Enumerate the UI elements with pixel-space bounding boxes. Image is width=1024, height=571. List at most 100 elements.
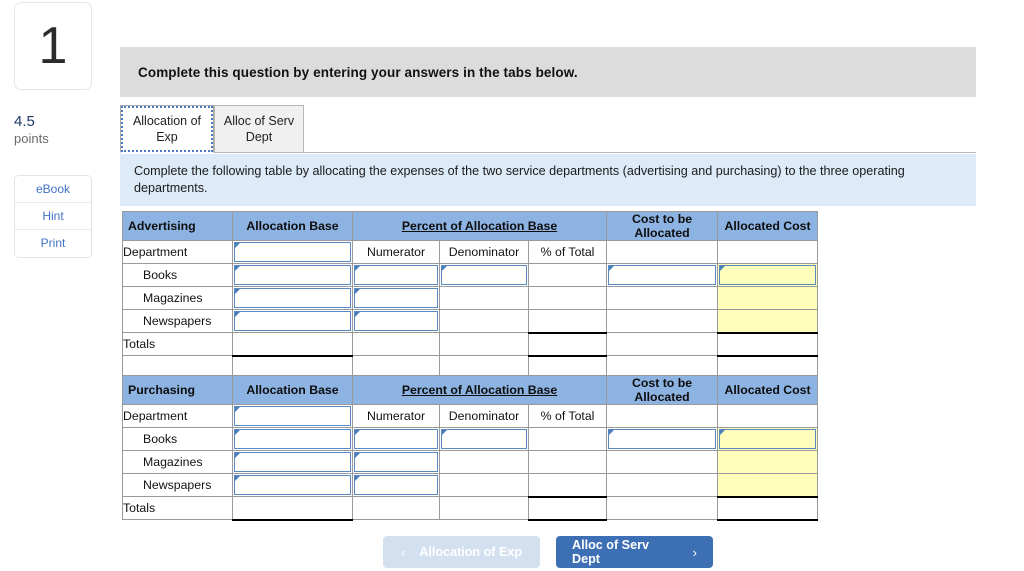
ebook-button[interactable]: eBook — [15, 176, 91, 203]
header-percent-underline: Percent of Allocation Base — [401, 219, 558, 234]
input-cell-newspapers-numerator[interactable] — [352, 309, 440, 334]
input-cell-allocbase-dept[interactable] — [232, 240, 353, 265]
input-cell-magazines-allocbase[interactable] — [232, 286, 353, 311]
table-totals-row: Totals — [122, 496, 819, 521]
output-cell-books-allocated-cost — [717, 263, 819, 288]
cell-newspapers-denominator — [439, 473, 529, 498]
row-label-books: Books — [122, 427, 233, 452]
input-cell-books-cost[interactable] — [606, 263, 719, 288]
cell-magazines-denominator — [439, 450, 529, 475]
input-cell-magazines-numerator[interactable] — [352, 286, 440, 311]
input-cell-newspapers-allocbase[interactable] — [232, 473, 353, 498]
input-field[interactable] — [234, 265, 351, 286]
prev-tab-label: Allocation of Exp — [419, 545, 523, 559]
cell-newspapers-denominator — [439, 309, 529, 334]
print-button[interactable]: Print — [15, 230, 91, 257]
table-row: Books — [122, 427, 819, 452]
input-cell-allocbase-dept[interactable] — [232, 404, 353, 429]
table-totals-row: Totals — [122, 332, 819, 357]
input-field[interactable] — [234, 475, 351, 496]
subheader-numerator: Numerator — [352, 240, 440, 265]
subheader-department: Department — [122, 404, 233, 429]
chevron-right-icon: › — [692, 544, 697, 560]
cell-totals-allocbase — [232, 496, 353, 521]
tab-navigation-bar: ‹ Allocation of Exp Alloc of Serv Dept › — [120, 533, 976, 571]
cell-magazines-cost — [606, 450, 719, 475]
header-percent-of-allocation-base: Percent of Allocation Base — [351, 210, 608, 242]
input-field[interactable] — [608, 265, 717, 286]
input-cell-magazines-allocbase[interactable] — [232, 450, 353, 475]
cell-totals-cost — [606, 332, 719, 357]
table-header-row: Purchasing Allocation Base Percent of Al… — [122, 374, 819, 406]
input-cell-magazines-numerator[interactable] — [352, 450, 440, 475]
input-field[interactable] — [234, 311, 351, 332]
prev-tab-button[interactable]: ‹ Allocation of Exp — [383, 536, 540, 568]
cell-totals-numerator — [352, 332, 440, 357]
question-number-box: 1 — [14, 2, 92, 90]
input-cell-books-denominator[interactable] — [439, 263, 529, 288]
cell-totals-allocated-cost — [717, 332, 819, 357]
advertising-table: Advertising Allocation Base Percent of A… — [122, 210, 819, 380]
input-cell-books-denominator[interactable] — [439, 427, 529, 452]
next-tab-button[interactable]: Alloc of Serv Dept › — [556, 536, 713, 568]
advertising-table-wrapper: Advertising Allocation Base Percent of A… — [122, 210, 819, 380]
output-cell-newspapers-allocated-cost — [717, 309, 819, 334]
input-cell-books-numerator[interactable] — [352, 427, 440, 452]
hint-button[interactable]: Hint — [15, 203, 91, 230]
cell-totals-cost — [606, 496, 719, 521]
cell-totals-percent — [527, 332, 608, 357]
subheader-numerator: Numerator — [352, 404, 440, 429]
input-cell-books-cost[interactable] — [606, 427, 719, 452]
input-cell-newspapers-allocbase[interactable] — [232, 309, 353, 334]
subheader-percent-of-total: % of Total — [527, 240, 608, 265]
subheader-alloccost-blank — [717, 404, 819, 429]
input-field[interactable] — [354, 429, 438, 450]
subheader-alloccost-blank — [717, 240, 819, 265]
input-field[interactable] — [608, 429, 717, 450]
tab-allocation-of-exp[interactable]: Allocation of Exp — [120, 105, 214, 153]
input-field[interactable] — [354, 311, 438, 332]
cell-magazines-percent — [527, 450, 608, 475]
header-cost-to-be-allocated: Cost to be Allocated — [606, 210, 719, 242]
table-row: Magazines — [122, 450, 819, 475]
input-field[interactable] — [354, 288, 438, 309]
row-label-magazines: Magazines — [122, 450, 233, 475]
cell-books-percent — [527, 263, 608, 288]
table-row: Newspapers — [122, 473, 819, 498]
cell-totals-percent — [527, 496, 608, 521]
header-allocated-cost: Allocated Cost — [717, 374, 819, 406]
points-display: 4.5 points — [14, 113, 104, 148]
purchasing-table: Purchasing Allocation Base Percent of Al… — [122, 374, 819, 521]
header-allocation-base: Allocation Base — [232, 210, 353, 242]
instruction-panel: Complete the following table by allocati… — [120, 154, 976, 206]
instruction-text: Complete the following table by allocati… — [134, 164, 905, 195]
cell-totals-allocated-cost — [717, 496, 819, 521]
input-field[interactable] — [441, 265, 527, 286]
input-field[interactable] — [354, 265, 438, 286]
input-field[interactable] — [234, 288, 351, 309]
input-field[interactable] — [441, 429, 527, 450]
tab-alloc-of-serv-dept[interactable]: Alloc of Serv Dept — [214, 105, 304, 153]
header-department-title: Advertising — [122, 210, 233, 242]
cell-magazines-cost — [606, 286, 719, 311]
table-row: Books — [122, 263, 819, 288]
tools-panel: eBook Hint Print — [14, 175, 92, 258]
input-cell-books-allocbase[interactable] — [232, 263, 353, 288]
header-percent-underline: Percent of Allocation Base — [401, 383, 558, 398]
cell-newspapers-percent — [527, 473, 608, 498]
input-field[interactable] — [234, 242, 351, 263]
header-allocated-cost: Allocated Cost — [717, 210, 819, 242]
subheader-cost-blank — [606, 240, 719, 265]
output-cell-books-allocated-cost — [717, 427, 819, 452]
input-field[interactable] — [234, 452, 351, 473]
subheader-cost-blank — [606, 404, 719, 429]
input-field[interactable] — [354, 452, 438, 473]
question-banner: Complete this question by entering your … — [120, 47, 976, 97]
input-cell-newspapers-numerator[interactable] — [352, 473, 440, 498]
points-value: 4.5 — [14, 113, 35, 130]
input-field[interactable] — [354, 475, 438, 496]
input-field[interactable] — [234, 429, 351, 450]
input-cell-books-numerator[interactable] — [352, 263, 440, 288]
input-cell-books-allocbase[interactable] — [232, 427, 353, 452]
input-field[interactable] — [234, 406, 351, 427]
